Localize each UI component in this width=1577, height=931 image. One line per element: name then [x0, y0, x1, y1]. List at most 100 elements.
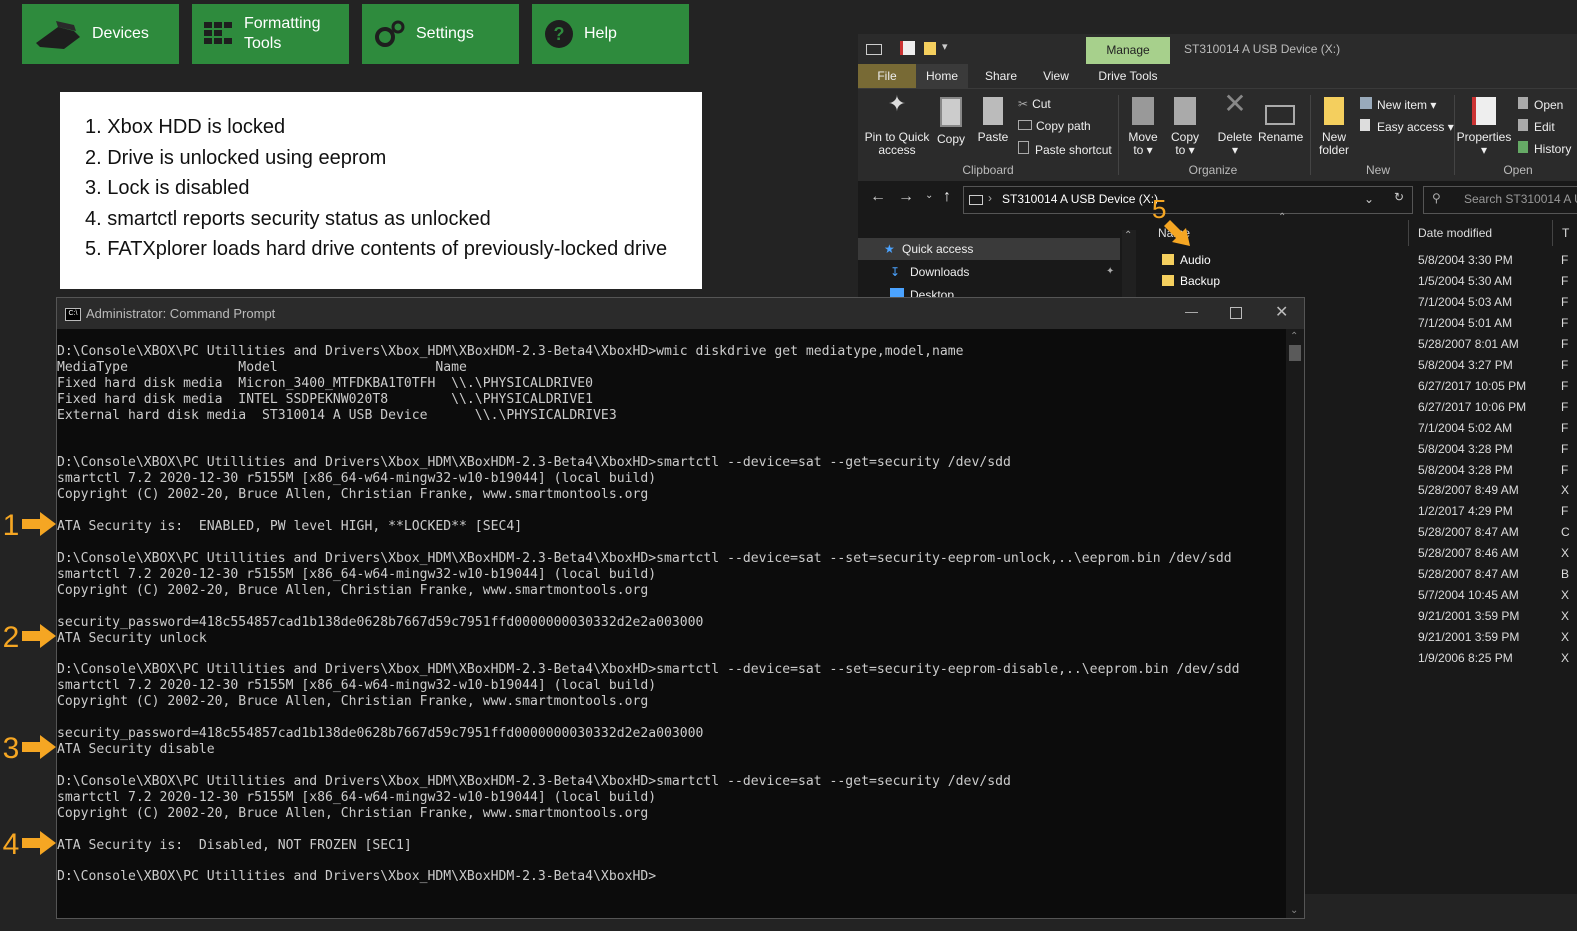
file-row-date: 1/2/2017 4:29 PM [1418, 504, 1513, 519]
scroll-up-icon[interactable]: ⌃ [1124, 230, 1132, 241]
cmd-scroll-thumb[interactable] [1289, 345, 1301, 361]
settings-label: Settings [416, 25, 474, 42]
scissors-icon: ✂ [1018, 97, 1029, 111]
copy-to-button[interactable]: Copy to ▾ [1166, 97, 1204, 157]
file-row-name[interactable]: Audio [1162, 250, 1211, 271]
file-row-type: F [1561, 357, 1569, 372]
file-row-type: X [1561, 609, 1570, 624]
search-input[interactable]: ⚲ Search ST310014 A U [1423, 186, 1577, 214]
cmd-line [57, 440, 1285, 456]
paste-button[interactable]: Paste [974, 97, 1012, 144]
cut-button[interactable]: ✂ Cut [1018, 97, 1051, 111]
file-row-type: F [1561, 399, 1569, 414]
pin-to-quick-access-button[interactable]: ✦ Pin to Quick access [862, 91, 932, 157]
tab-view[interactable]: View [1030, 64, 1082, 88]
nav-scrollbar[interactable]: ⌃ [1122, 230, 1136, 300]
help-label: Help [584, 25, 617, 42]
column-type[interactable]: T [1552, 220, 1577, 246]
address-dropdown-icon[interactable]: ⌄ [1364, 192, 1374, 206]
file-row-type: F [1561, 378, 1569, 393]
file-row-date: 5/28/2007 8:01 AM [1418, 336, 1519, 351]
cmd-scroll-up-icon[interactable]: ⌃ [1290, 331, 1298, 342]
address-text: ST310014 A USB Device (X:) [1002, 192, 1159, 206]
marker-3: 3 [0, 732, 56, 765]
steps-panel: 1. Xbox HDD is locked 2. Drive is unlock… [60, 92, 702, 289]
cmd-line: D:\Console\XBOX\PC Utillities and Driver… [57, 344, 964, 359]
maximize-icon[interactable] [1230, 307, 1242, 319]
file-row-type: X [1561, 588, 1570, 603]
cmd-app-icon: C:\ [65, 308, 81, 321]
marker-5: 5 [1150, 194, 1196, 250]
cmd-line: Fixed hard disk media INTEL SSDPEKNW020T… [57, 391, 594, 407]
file-row-date: 5/28/2007 8:47 AM [1418, 525, 1519, 540]
forward-arrow-icon[interactable]: → [898, 188, 914, 206]
paste-shortcut-button[interactable]: Paste shortcut [1018, 141, 1112, 157]
copy-button[interactable]: Copy [932, 97, 970, 146]
open-button[interactable]: Open [1518, 97, 1563, 112]
arrow-right-icon [22, 512, 56, 540]
refresh-icon[interactable]: ↻ [1394, 190, 1404, 204]
step-3: 3. Lock is disabled [85, 177, 250, 199]
file-row-date: 1/9/2006 8:25 PM [1418, 651, 1513, 666]
devices-label: Devices [92, 25, 149, 42]
formatting-label: Formatting [244, 15, 321, 32]
delete-button[interactable]: ✕ Delete ▾ [1214, 90, 1256, 157]
cmd-output: D:\Console\XBOX\PC Utillities and Driver… [57, 344, 1285, 914]
devices-button[interactable]: Devices [22, 4, 179, 64]
arrow-right-icon [22, 831, 56, 859]
clipboard-icon [983, 97, 1003, 125]
cmd-line: ATA Security disable [57, 742, 215, 758]
nav-quick-access[interactable]: ★ Quick access [858, 238, 1120, 260]
question-icon: ? [544, 19, 574, 49]
pin-icon: ✦ [887, 91, 907, 116]
tab-home[interactable]: Home [916, 64, 968, 88]
back-arrow-icon[interactable]: ← [870, 188, 886, 206]
manage-tab[interactable]: Manage [1086, 37, 1170, 64]
recent-chevron-icon[interactable]: ⌄ [925, 190, 933, 201]
customize-qat-icon[interactable]: ▾ [942, 40, 948, 53]
cmd-line: Copyright (C) 2002-20, Bruce Allen, Chri… [57, 805, 649, 821]
cmd-scrollbar[interactable]: ⌃ ⌄ [1286, 329, 1304, 918]
new-folder-button[interactable]: New folder [1314, 97, 1354, 157]
settings-button[interactable]: Settings [362, 4, 519, 64]
minimize-icon[interactable]: — [1185, 304, 1198, 319]
new-group-label: New [1365, 163, 1390, 177]
file-row-date: 9/21/2001 3:59 PM [1418, 609, 1520, 624]
edit-button[interactable]: Edit [1518, 119, 1555, 134]
close-icon[interactable]: ✕ [1275, 302, 1288, 322]
file-row-type: X [1561, 546, 1570, 561]
step-4: 4. smartctl reports security status as u… [85, 207, 491, 230]
rename-button[interactable]: Rename [1258, 97, 1303, 144]
tab-share[interactable]: Share [974, 64, 1028, 88]
column-date-modified[interactable]: Date modified [1408, 220, 1558, 246]
history-button[interactable]: History [1518, 141, 1571, 156]
up-arrow-icon[interactable]: ↑ [943, 188, 951, 206]
tab-file[interactable]: File [858, 64, 916, 88]
cmd-line: D:\Console\XBOX\PC Utillities and Driver… [57, 662, 1240, 678]
cmd-line: Copyright (C) 2002-20, Bruce Allen, Chri… [57, 487, 649, 503]
file-row-date: 1/5/2004 5:30 AM [1418, 273, 1513, 288]
move-to-button[interactable]: Move to ▾ [1124, 97, 1162, 157]
navigation-pane: ★ Quick access ↧ Downloads ✦ Desktop ⌃ [858, 230, 1138, 300]
sort-chevron-icon: ⌃ [1278, 212, 1287, 223]
copy-path-button[interactable]: Copy path [1018, 119, 1091, 133]
file-row-name[interactable]: Backup [1162, 271, 1220, 292]
formatting-tools-button[interactable]: Formatting Tools [192, 4, 349, 64]
copy-icon [940, 97, 962, 127]
new-item-button[interactable]: New item ▾ [1360, 97, 1436, 112]
cmd-scroll-down-icon[interactable]: ⌄ [1290, 905, 1298, 916]
address-bar-row: ← → ⌄ ↑ › ST310014 A USB Device (X:) ⌄ ↻… [858, 182, 1577, 216]
folder-quick-icon[interactable] [924, 42, 936, 55]
tab-drive-tools[interactable]: Drive Tools [1086, 64, 1170, 88]
properties-icon [1472, 97, 1496, 125]
properties-button[interactable]: Properties ▾ [1456, 97, 1512, 157]
easy-access-button[interactable]: Easy access ▾ [1360, 119, 1454, 134]
nav-downloads[interactable]: ↧ Downloads ✦ [858, 261, 1120, 283]
help-button[interactable]: ? Help [532, 4, 689, 64]
ribbon: ✦ Pin to Quick access Copy Paste ✂ Cut Cop… [858, 88, 1577, 181]
copy-to-icon [1174, 97, 1196, 125]
cmd-line [57, 710, 1285, 726]
properties-quick-icon[interactable] [900, 41, 915, 55]
cmd-line: ATA Security is: ENABLED, PW level HIGH,… [57, 519, 523, 535]
marker-1: 1 [0, 509, 56, 542]
